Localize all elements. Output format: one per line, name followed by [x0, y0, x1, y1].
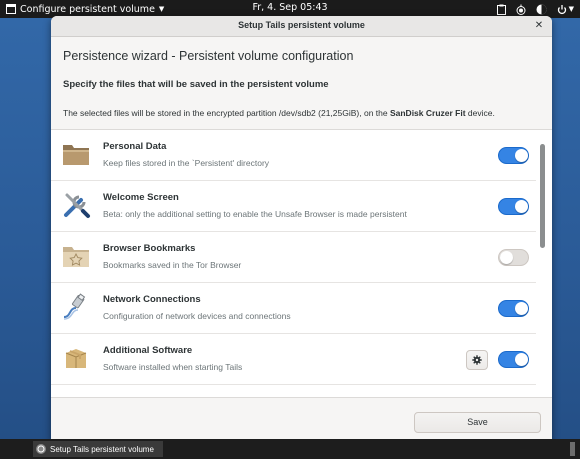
feature-description: Software installed when starting Tails [103, 362, 243, 372]
description-suffix: device. [465, 108, 495, 118]
power-icon [557, 4, 566, 14]
save-button[interactable]: Save [414, 412, 541, 433]
additional-software-toggle[interactable] [498, 351, 529, 368]
folder-icon [63, 145, 89, 165]
feature-name: Network Connections [103, 294, 201, 305]
system-menu[interactable]: ▼ [557, 4, 574, 15]
feature-name: Personal Data [103, 141, 167, 152]
clipboard-icon[interactable] [496, 4, 506, 15]
page-title: Persistence wizard - Persistent volume c… [63, 49, 354, 63]
tor-onion-icon[interactable] [516, 4, 526, 15]
page-subtitle: Specify the files that will be saved in … [63, 79, 329, 90]
gear-icon [472, 355, 482, 365]
additional-software-settings-button[interactable] [466, 350, 488, 370]
tools-icon [64, 193, 90, 218]
wizard-window: Setup Tails persistent volume ✕ Persiste… [51, 16, 552, 441]
storage-description: The selected files will be stored in the… [63, 108, 495, 118]
accessibility-icon[interactable] [536, 4, 547, 15]
feature-description: Beta: only the additional setting to ena… [103, 209, 407, 219]
feature-row-network-connections: Network Connections Configuration of net… [51, 283, 536, 334]
chevron-down-icon: ▼ [568, 5, 574, 13]
feature-row-browser-bookmarks: Browser Bookmarks Bookmarks saved in the… [51, 232, 536, 283]
taskbar: Setup Tails persistent volume [0, 439, 580, 459]
window-titlebar[interactable]: Setup Tails persistent volume ✕ [51, 16, 552, 37]
network-connections-toggle[interactable] [498, 300, 529, 317]
feature-description: Configuration of network devices and con… [103, 311, 291, 321]
taskbar-window-button[interactable]: Setup Tails persistent volume [33, 441, 163, 457]
description-prefix: The selected files will be stored in the… [63, 108, 390, 118]
browser-bookmarks-toggle[interactable] [498, 249, 529, 266]
feature-row-welcome-screen: Welcome Screen Beta: only the additional… [51, 181, 536, 232]
clock[interactable]: Fr, 4. Sep 05:43 [252, 2, 327, 13]
feature-name: Additional Software [103, 345, 193, 356]
taskbar-window-label: Setup Tails persistent volume [50, 444, 154, 454]
close-button[interactable]: ✕ [532, 19, 546, 33]
workspace-indicator[interactable] [570, 442, 575, 456]
network-icon [63, 293, 86, 320]
window-title: Setup Tails persistent volume [238, 20, 365, 30]
welcome-screen-toggle[interactable] [498, 198, 529, 215]
package-icon [65, 349, 87, 368]
personal-data-toggle[interactable] [498, 147, 529, 164]
feature-name: Browser Bookmarks [103, 243, 196, 254]
tails-app-icon [36, 444, 46, 454]
feature-row-additional-software: Additional Software Software installed w… [51, 334, 536, 385]
feature-description: Bookmarks saved in the Tor Browser [103, 260, 242, 270]
device-name: SanDisk Cruzer Fit [389, 108, 466, 118]
feature-name: Welcome Screen [103, 192, 179, 203]
feature-description: Keep files stored in the `Persistent' di… [103, 158, 270, 168]
feature-row-personal-data: Personal Data Keep files stored in the `… [51, 130, 536, 181]
scrollbar-thumb[interactable] [540, 144, 545, 248]
close-icon: ✕ [534, 20, 544, 31]
persistence-feature-list[interactable]: Personal Data Keep files stored in the `… [51, 129, 552, 398]
bookmark-folder-icon [63, 247, 89, 267]
